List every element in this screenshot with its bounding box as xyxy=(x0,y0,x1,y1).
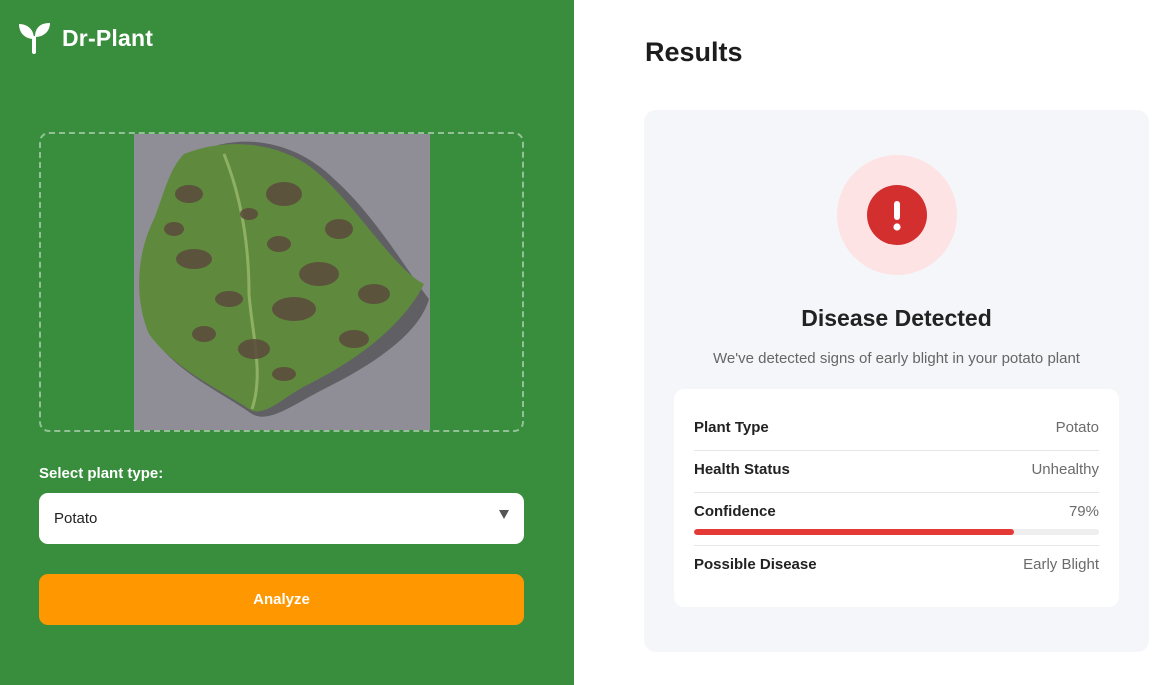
uploaded-leaf-image xyxy=(134,134,430,430)
detail-value: 79% xyxy=(1068,503,1099,520)
status-description: We've detected signs of early blight in … xyxy=(713,350,1080,367)
detail-label: Health Status xyxy=(694,461,790,478)
confidence-bar-fill xyxy=(694,529,1014,535)
divider xyxy=(694,545,1099,546)
chevron-down-icon xyxy=(499,510,509,519)
detail-value: Unhealthy xyxy=(1031,461,1099,478)
sprout-icon xyxy=(19,23,50,54)
detail-label: Possible Disease xyxy=(694,556,817,573)
brand-name: Dr-Plant xyxy=(62,24,154,51)
detail-value: Early Blight xyxy=(1023,556,1099,573)
detail-row-possible-disease: Possible Disease Early Blight xyxy=(694,556,1099,573)
brand: Dr-Plant xyxy=(18,22,153,54)
detail-row-plant-type: Plant Type Potato xyxy=(694,419,1099,436)
results-title: Results xyxy=(645,37,743,67)
confidence-bar xyxy=(694,529,1099,535)
exclamation-icon xyxy=(867,185,927,245)
plant-type-label: Select plant type: xyxy=(39,465,164,482)
detail-value: Potato xyxy=(1055,419,1099,436)
divider xyxy=(694,492,1099,493)
plant-type-select[interactable]: Potato xyxy=(39,493,524,544)
plant-type-selected-value: Potato xyxy=(54,510,98,527)
detail-label: Plant Type xyxy=(694,419,769,436)
detail-label: Confidence xyxy=(694,503,776,520)
detail-row-confidence: Confidence 79% xyxy=(694,503,1099,520)
details-card: Plant Type Potato Health Status Unhealth… xyxy=(674,389,1119,607)
status-title: Disease Detected xyxy=(801,305,992,331)
analyze-button[interactable]: Analyze xyxy=(39,574,524,625)
detail-row-health-status: Health Status Unhealthy xyxy=(694,461,1099,478)
divider xyxy=(694,450,1099,451)
